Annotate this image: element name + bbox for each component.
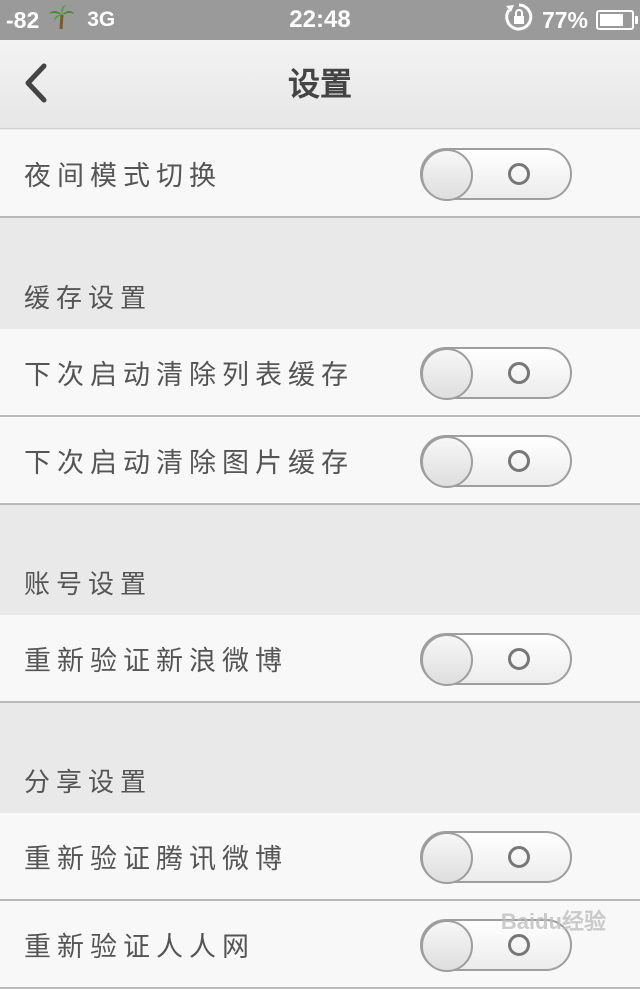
- battery-percent: 77%: [541, 6, 588, 33]
- section-label: 账号设置: [24, 570, 153, 600]
- watermark: Baidu经验: [500, 909, 606, 934]
- toggle-knob: [421, 149, 473, 201]
- section-label: 缓存设置: [24, 284, 153, 314]
- toggle-off-icon: [508, 846, 530, 868]
- battery-icon: [596, 10, 638, 30]
- setting-row-night-mode: 夜间模式切换: [0, 130, 640, 218]
- toggle-knob: [421, 832, 473, 884]
- toggle-knob: [421, 634, 473, 686]
- section-header-account: 账号设置: [0, 505, 640, 615]
- section-label: 分享设置: [24, 768, 153, 798]
- toggle-knob: [421, 920, 473, 972]
- rotation-lock-icon: [504, 2, 534, 38]
- reauth-sina-toggle[interactable]: [420, 633, 572, 686]
- clear-image-cache-toggle[interactable]: [420, 435, 572, 488]
- setting-row-clear-list-cache: 下次启动清除列表缓存: [0, 329, 640, 417]
- toggle-off-icon: [508, 450, 530, 472]
- section-header-share: 分享设置: [0, 703, 640, 813]
- setting-label: 下次启动清除列表缓存: [24, 359, 354, 391]
- page-title: 设置: [287, 65, 352, 103]
- setting-label: 重新验证新浪微博: [24, 645, 288, 677]
- status-bar: -82 3G 22:48 77%: [0, 0, 640, 40]
- toggle-knob: [421, 348, 473, 400]
- section-header-cache: 缓存设置: [0, 218, 640, 329]
- setting-label: 下次启动清除图片缓存: [24, 447, 354, 479]
- setting-row-reauth-sina: 重新验证新浪微博: [0, 615, 640, 703]
- night-mode-toggle[interactable]: [420, 148, 572, 201]
- status-right: 77%: [504, 0, 638, 40]
- setting-row-clear-image-cache: 下次启动清除图片缓存: [0, 417, 640, 505]
- toggle-off-icon: [508, 163, 530, 185]
- clear-list-cache-toggle[interactable]: [420, 347, 572, 400]
- toggle-off-icon: [508, 648, 530, 670]
- setting-row-reauth-tencent: 重新验证腾讯微博: [0, 813, 640, 901]
- setting-label: 夜间模式切换: [24, 160, 222, 192]
- reauth-tencent-toggle[interactable]: [420, 831, 572, 884]
- toggle-off-icon: [508, 362, 530, 384]
- nav-bar: 设置: [0, 40, 640, 129]
- setting-label: 重新验证腾讯微博: [24, 843, 288, 875]
- setting-label: 重新验证人人网: [24, 931, 255, 963]
- battery-fill: [600, 14, 623, 26]
- toggle-off-icon: [508, 934, 530, 956]
- toggle-knob: [421, 436, 473, 488]
